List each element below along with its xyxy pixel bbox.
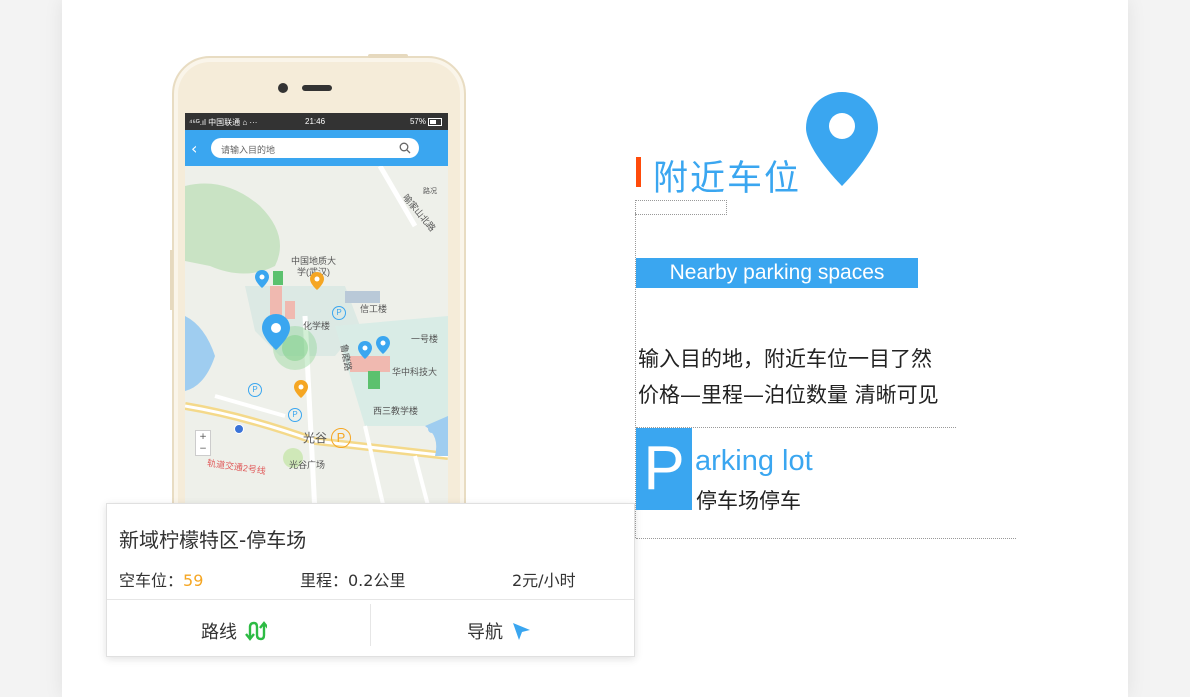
zoom-in-button[interactable]: +: [196, 431, 210, 443]
parking-marker[interactable]: P: [248, 383, 262, 397]
title-accent-bar: [636, 157, 641, 187]
distance: 里程：0.2公里: [300, 571, 406, 590]
location-pin-icon[interactable]: [294, 380, 308, 398]
location-pin-icon[interactable]: [376, 336, 390, 354]
map-view[interactable]: 中国地质大 学(武汉) 信工楼 化学楼 一号楼 华中科技大 西三教学楼 光谷 光…: [185, 164, 448, 513]
map-label: 信工楼: [360, 304, 388, 314]
parking-marker[interactable]: P: [288, 408, 302, 422]
carrier-label: ⁴⁶ᴳ.ıl 中国联通 ⌂ ···: [189, 118, 258, 127]
parking-info-card[interactable]: 新域柠檬特区-停车场 空车位：59 里程：0.2公里 2元/小时 路线 导航: [106, 503, 635, 657]
empty-spaces-label: 空车位：: [119, 571, 184, 590]
divider: [370, 604, 371, 646]
speaker-icon: [302, 85, 332, 91]
status-bar: ⁴⁶ᴳ.ıl 中国联通 ⌂ ··· 21:46 57%: [185, 113, 448, 130]
navigation-arrow-icon: [513, 623, 530, 640]
location-pin-icon[interactable]: [358, 341, 372, 359]
parking-name: 新域柠檬特区-停车场: [119, 528, 307, 552]
location-pin-icon: [806, 92, 878, 186]
battery-status: 57%: [410, 117, 442, 126]
zoom-control: + −: [195, 430, 211, 456]
phone-top-button: [368, 54, 408, 58]
location-pin-icon[interactable]: [255, 270, 269, 288]
decorative-frame: [635, 200, 727, 215]
parking-lot-label: arking lot: [695, 445, 813, 477]
location-pin-icon[interactable]: [310, 272, 324, 290]
destination-search-input[interactable]: 请输入目的地: [211, 138, 419, 158]
empty-spaces: 空车位：59: [119, 567, 203, 591]
empty-spaces-value: 59: [183, 571, 204, 590]
search-bar: ‹ 请输入目的地: [185, 130, 448, 166]
map-label: 光谷: [303, 431, 328, 445]
magnifier-icon[interactable]: [399, 142, 411, 154]
feature-title: 附近车位: [653, 159, 802, 199]
price: 2元/小时: [512, 571, 576, 590]
map-label[interactable]: 路况: [423, 186, 437, 196]
map-label: 光谷广场: [289, 460, 326, 470]
phone-side-button: [170, 250, 173, 310]
feature-subtitle: Nearby parking spaces: [636, 258, 918, 288]
battery-icon: [428, 117, 442, 126]
parking-marker[interactable]: P: [331, 428, 351, 448]
feature-description-line2: 价格—里程—泊位数量 清晰可见: [638, 383, 939, 407]
feature-description-line1: 输入目的地，附近车位一目了然: [638, 347, 932, 371]
my-location-dot: [234, 424, 244, 434]
route-label: 路线: [201, 622, 237, 643]
current-location-pin-icon[interactable]: [262, 314, 290, 350]
parking-lot-cn-label: 停车场停车: [696, 489, 801, 513]
map-label: 化学楼: [303, 321, 331, 331]
divider: [107, 599, 634, 600]
camera-icon: [278, 83, 288, 93]
route-arrows-icon: [245, 621, 267, 641]
route-button[interactable]: 路线: [201, 618, 267, 644]
parking-p-icon: P: [636, 428, 692, 510]
map-label: 西三教学楼: [373, 406, 419, 416]
map-label: 华中科技大: [392, 367, 438, 377]
phone-screen: ⁴⁶ᴳ.ıl 中国联通 ⌂ ··· 21:46 57% ‹ 请输入目的地 中国地…: [185, 113, 448, 513]
search-placeholder: 请输入目的地: [221, 146, 276, 156]
decorative-line: [636, 538, 1016, 539]
navigation-label: 导航: [467, 622, 503, 643]
parking-marker[interactable]: P: [332, 306, 346, 320]
map-label: 一号楼: [411, 334, 439, 344]
chevron-left-icon[interactable]: ‹: [191, 139, 197, 158]
navigation-button[interactable]: 导航: [467, 618, 531, 644]
zoom-out-button[interactable]: −: [196, 443, 210, 455]
status-time: 21:46: [305, 117, 326, 126]
